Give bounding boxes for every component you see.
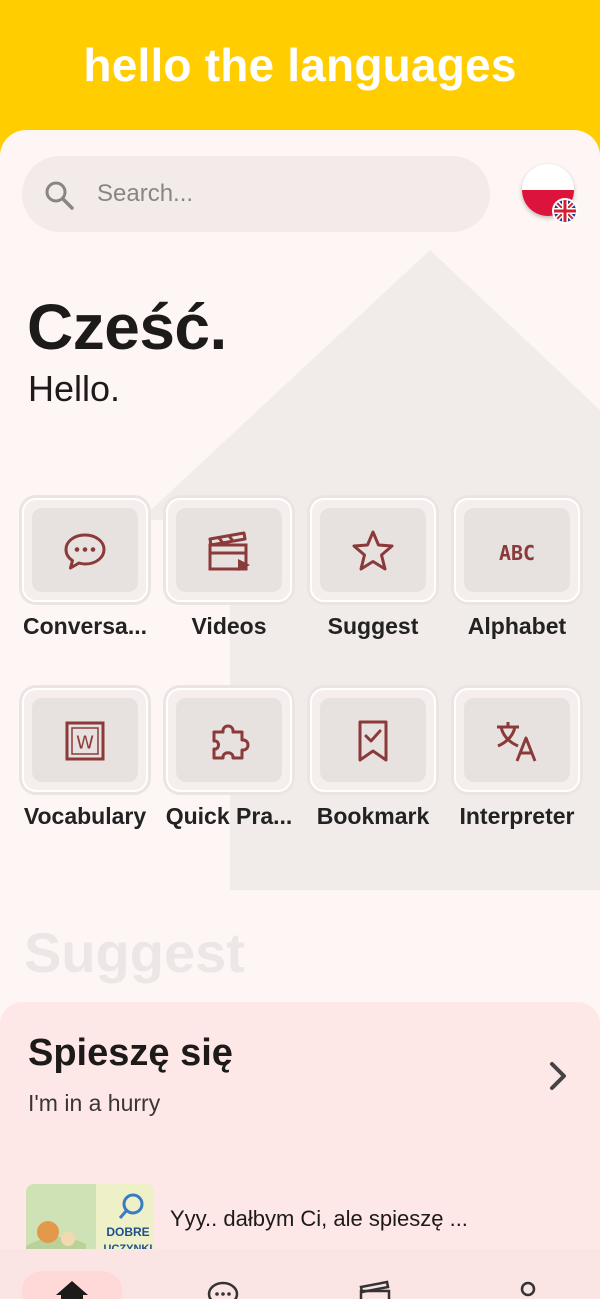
card-snippet: Yyy.. dałbym Ci, ale spieszę ... [170, 1206, 468, 1231]
bookmark-check-icon [358, 720, 388, 762]
abc-icon: ABC [499, 541, 535, 565]
uk-flag-icon [552, 198, 578, 224]
card-title: Spieszę się [28, 1032, 233, 1074]
greeting-native: Cześć. [27, 291, 227, 363]
search-input[interactable]: Search... [22, 156, 490, 232]
chevron-right-icon[interactable] [544, 1056, 574, 1096]
nav-home[interactable] [22, 1271, 122, 1299]
greeting-translation: Hello. [28, 368, 121, 409]
category-label: Interpreter [459, 803, 575, 829]
svg-text:ABC: ABC [499, 541, 535, 565]
thumbnail-text: DOBRE [106, 1225, 149, 1239]
category-label: Suggest [327, 613, 419, 639]
card-subtitle: I'm in a hurry [28, 1090, 161, 1116]
translate-icon [497, 722, 537, 762]
bottom-nav [0, 1249, 600, 1299]
main-sheet: Search... Cześć. Hello. Conversa... Vide… [0, 130, 600, 1299]
category-label: Bookmark [316, 803, 430, 829]
chat-bubble-icon[interactable] [206, 1279, 240, 1299]
word-doc-icon: W [65, 721, 105, 761]
category-label: Vocabulary [23, 803, 147, 829]
search-icon [45, 181, 74, 210]
profile-icon[interactable] [514, 1279, 548, 1299]
category-label: Alphabet [467, 613, 567, 639]
svg-text:W: W [76, 733, 94, 754]
search-placeholder: Search... [97, 180, 194, 207]
chat-bubble-icon [64, 533, 106, 570]
category-label: Conversa... [23, 613, 147, 639]
star-icon [352, 530, 394, 571]
category-label: Videos [191, 613, 267, 639]
clapperboard-icon [208, 531, 250, 571]
puzzle-icon [212, 724, 250, 760]
category-label: Quick Pra... [165, 803, 293, 829]
clapperboard-icon[interactable] [358, 1279, 392, 1299]
section-heading: Suggest [24, 921, 245, 984]
home-icon [56, 1281, 88, 1299]
app-title: hello the languages [83, 39, 517, 91]
